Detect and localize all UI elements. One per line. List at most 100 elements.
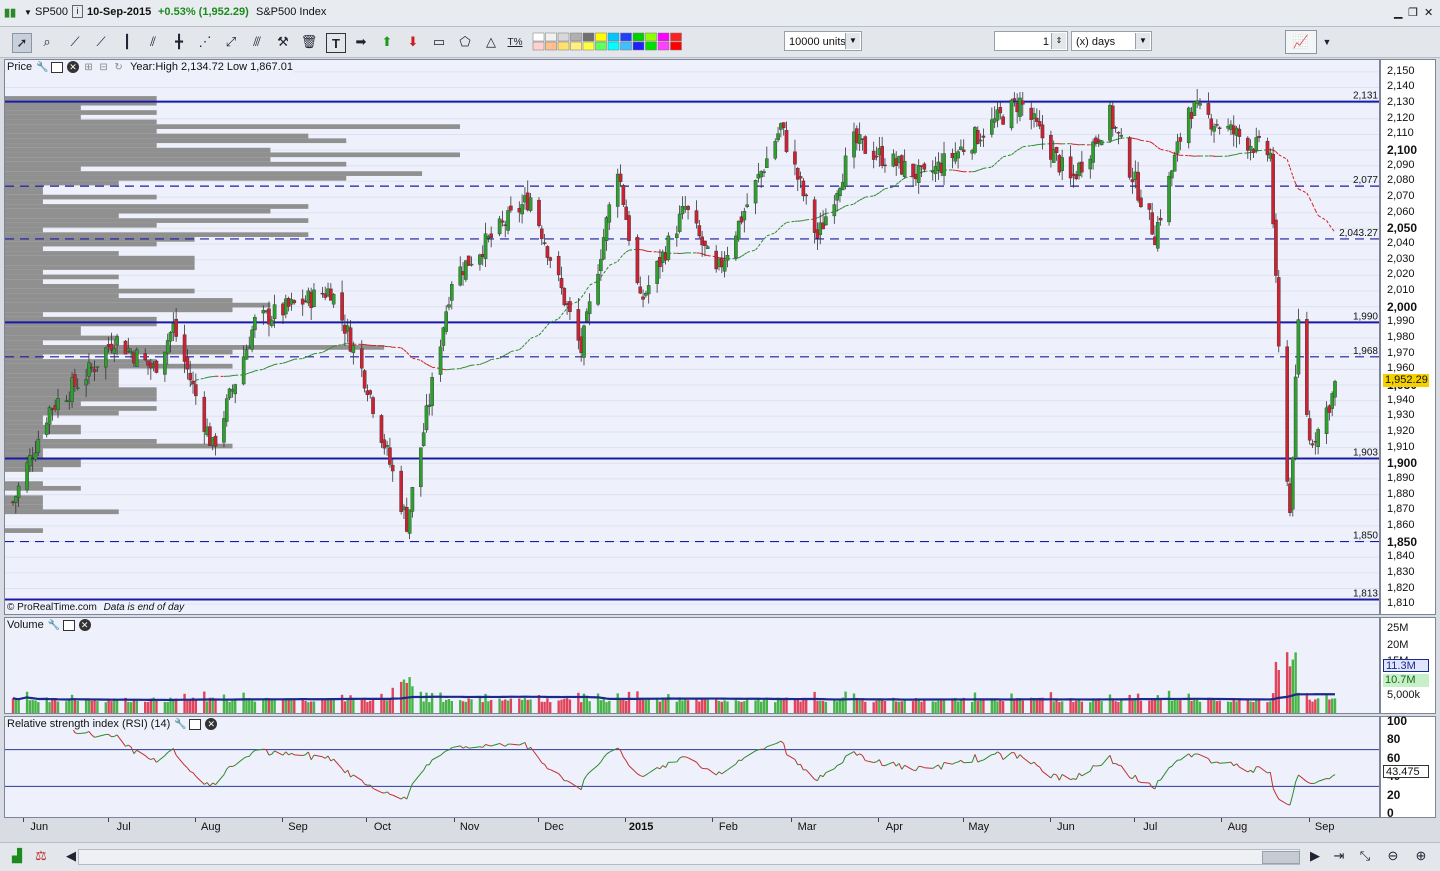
color-palette[interactable] — [532, 32, 684, 52]
price-axis[interactable]: 2,1502,1402,1302,1202,1102,1002,0902,080… — [1380, 59, 1436, 615]
close-icon[interactable]: ✕ — [67, 61, 79, 73]
volume-panel[interactable]: Volume 🔧 ✕ — [4, 617, 1380, 714]
volume-bar — [566, 698, 568, 713]
window-icon[interactable] — [51, 62, 63, 73]
wrench-icon[interactable]: 🔧 — [36, 62, 47, 73]
spinner-icon[interactable]: ⇕ — [1051, 33, 1066, 49]
volume-bar — [1078, 700, 1080, 713]
trendline-icon[interactable]: ⟋ — [66, 33, 84, 51]
parallel-lines-icon[interactable]: ⫻ — [248, 33, 266, 51]
tools-icon[interactable]: ⚒ — [274, 33, 292, 51]
scroll-thumb[interactable] — [1262, 851, 1300, 864]
volume-bar — [932, 701, 934, 713]
triangle-icon[interactable]: △ — [482, 33, 500, 51]
moving-average-segment — [747, 250, 755, 252]
compare-icon[interactable]: ⚖ — [32, 847, 50, 865]
price-tick: 1,830 — [1387, 566, 1415, 578]
close-icon[interactable]: ✕ — [79, 619, 91, 631]
rsi-axis[interactable]: 10080604020043.475 — [1380, 716, 1436, 818]
chart-type-icon[interactable]: ▮▮ — [4, 6, 16, 19]
rsi-panel[interactable]: Relative strength index (RSI) (14) 🔧 ✕ — [4, 716, 1380, 818]
candle-body — [144, 353, 147, 359]
close-window-icon[interactable]: ✕ — [1424, 6, 1433, 19]
chevron-down-icon[interactable]: ▼ — [845, 33, 860, 49]
rsi-line-segment — [511, 744, 519, 745]
window-icon[interactable] — [63, 620, 75, 631]
candle-body — [385, 445, 388, 446]
rsi-line-segment — [117, 735, 125, 746]
zoom-icon[interactable]: ⌕ — [38, 33, 56, 51]
units-select[interactable]: 10000 units ▼ — [784, 31, 862, 51]
volume-bar — [918, 699, 920, 713]
rsi-line-segment — [424, 765, 427, 770]
volume-bar — [1112, 699, 1114, 713]
volume-axis[interactable]: 25M20M15M5,000k11.3M10.7M — [1380, 617, 1436, 714]
time-axis[interactable]: JunJulAugSepOctNovDec2015FebMarAprMayJun… — [0, 818, 1440, 840]
volume-bar — [462, 701, 464, 713]
candle-body — [1196, 101, 1199, 104]
info-icon[interactable]: i — [72, 5, 83, 18]
rsi-line-segment — [156, 756, 164, 763]
rsi-line-segment — [933, 767, 936, 769]
go-latest-icon[interactable]: ⇥ — [1330, 847, 1348, 865]
polygon-icon[interactable]: ⬠ — [456, 33, 474, 51]
wrench-icon[interactable]: 🔧 — [174, 719, 185, 730]
volume-bar — [91, 701, 93, 713]
trash-icon[interactable]: 🗑 — [300, 33, 318, 51]
price-panel[interactable]: 2,1312,0772,043.271,9901,9681,9031,8501,… — [4, 59, 1380, 615]
lock-icon[interactable]: ⊟ — [98, 62, 109, 73]
period-input[interactable]: 1 ⇕ — [994, 31, 1068, 51]
rsi-line-segment — [1161, 768, 1169, 780]
chevron-down-icon[interactable]: ▼ — [1318, 33, 1336, 51]
month-tick — [538, 818, 539, 822]
month-tick — [878, 818, 879, 822]
chevron-down-icon[interactable]: ▼ — [1135, 33, 1150, 49]
scroll-right-icon[interactable]: ▶ — [1306, 847, 1324, 865]
rsi-line-segment — [331, 759, 334, 761]
rsi-line-segment — [955, 762, 958, 763]
add-icon[interactable]: ⊞ — [83, 62, 94, 73]
window-icon[interactable] — [189, 719, 201, 730]
volume-bar — [1238, 698, 1240, 713]
volume-profile-bar — [5, 495, 43, 500]
arrow-right-icon[interactable]: ➡ — [352, 33, 370, 51]
close-icon[interactable]: ✕ — [205, 718, 217, 730]
volume-bar — [293, 699, 295, 713]
volume-bar — [1311, 702, 1313, 713]
vertical-line-icon[interactable]: ┃ — [118, 33, 136, 51]
fit-icon[interactable]: ⤡ — [1356, 847, 1374, 865]
volume-bar — [1109, 695, 1111, 713]
symbol-dropdown-icon[interactable]: ▼ — [24, 8, 32, 17]
restore-icon[interactable]: ❐ — [1408, 6, 1418, 19]
symbol-label[interactable]: SP500 — [35, 6, 68, 18]
scroll-track[interactable] — [78, 849, 1300, 865]
moving-average-segment — [266, 367, 269, 368]
ray-icon[interactable]: ⟋ — [92, 33, 110, 51]
zoom-in-icon[interactable]: ⊕ — [1412, 847, 1430, 865]
chart-settings-icon[interactable]: 📈 — [1285, 30, 1317, 54]
zoom-out-icon[interactable]: ⊖ — [1384, 847, 1402, 865]
candle-body — [864, 137, 867, 154]
chart-icon[interactable]: ▟ — [8, 847, 26, 865]
rectangle-icon[interactable]: ▭ — [430, 33, 448, 51]
horizontal-line-icon[interactable]: ╋ — [170, 33, 188, 51]
pointer-icon[interactable]: ➚ — [12, 33, 32, 53]
candle-body — [1055, 147, 1058, 153]
volume-bar — [977, 701, 979, 713]
refresh-icon[interactable]: ↻ — [113, 62, 124, 73]
rsi-line-segment — [865, 761, 873, 763]
channel-icon[interactable]: ⫽ — [144, 33, 162, 51]
arrow-up-icon[interactable]: ⬆ — [378, 33, 396, 51]
wrench-icon[interactable]: 🔧 — [48, 620, 59, 631]
fibonacci-icon[interactable]: T% — [506, 33, 524, 51]
candle-body — [695, 211, 698, 224]
period-unit-select[interactable]: (x) days ▼ — [1071, 31, 1152, 51]
arrow-down-icon[interactable]: ⬇ — [404, 33, 422, 51]
arrow-line-icon[interactable]: ⤢ — [222, 33, 240, 51]
minimize-icon[interactable]: ▁ — [1394, 6, 1402, 19]
text-icon[interactable]: T — [326, 33, 346, 53]
volume-chart — [5, 618, 1380, 714]
candle-body — [976, 130, 979, 144]
fan-icon[interactable]: ⋰ — [196, 33, 214, 51]
moving-average-segment — [1298, 189, 1306, 193]
